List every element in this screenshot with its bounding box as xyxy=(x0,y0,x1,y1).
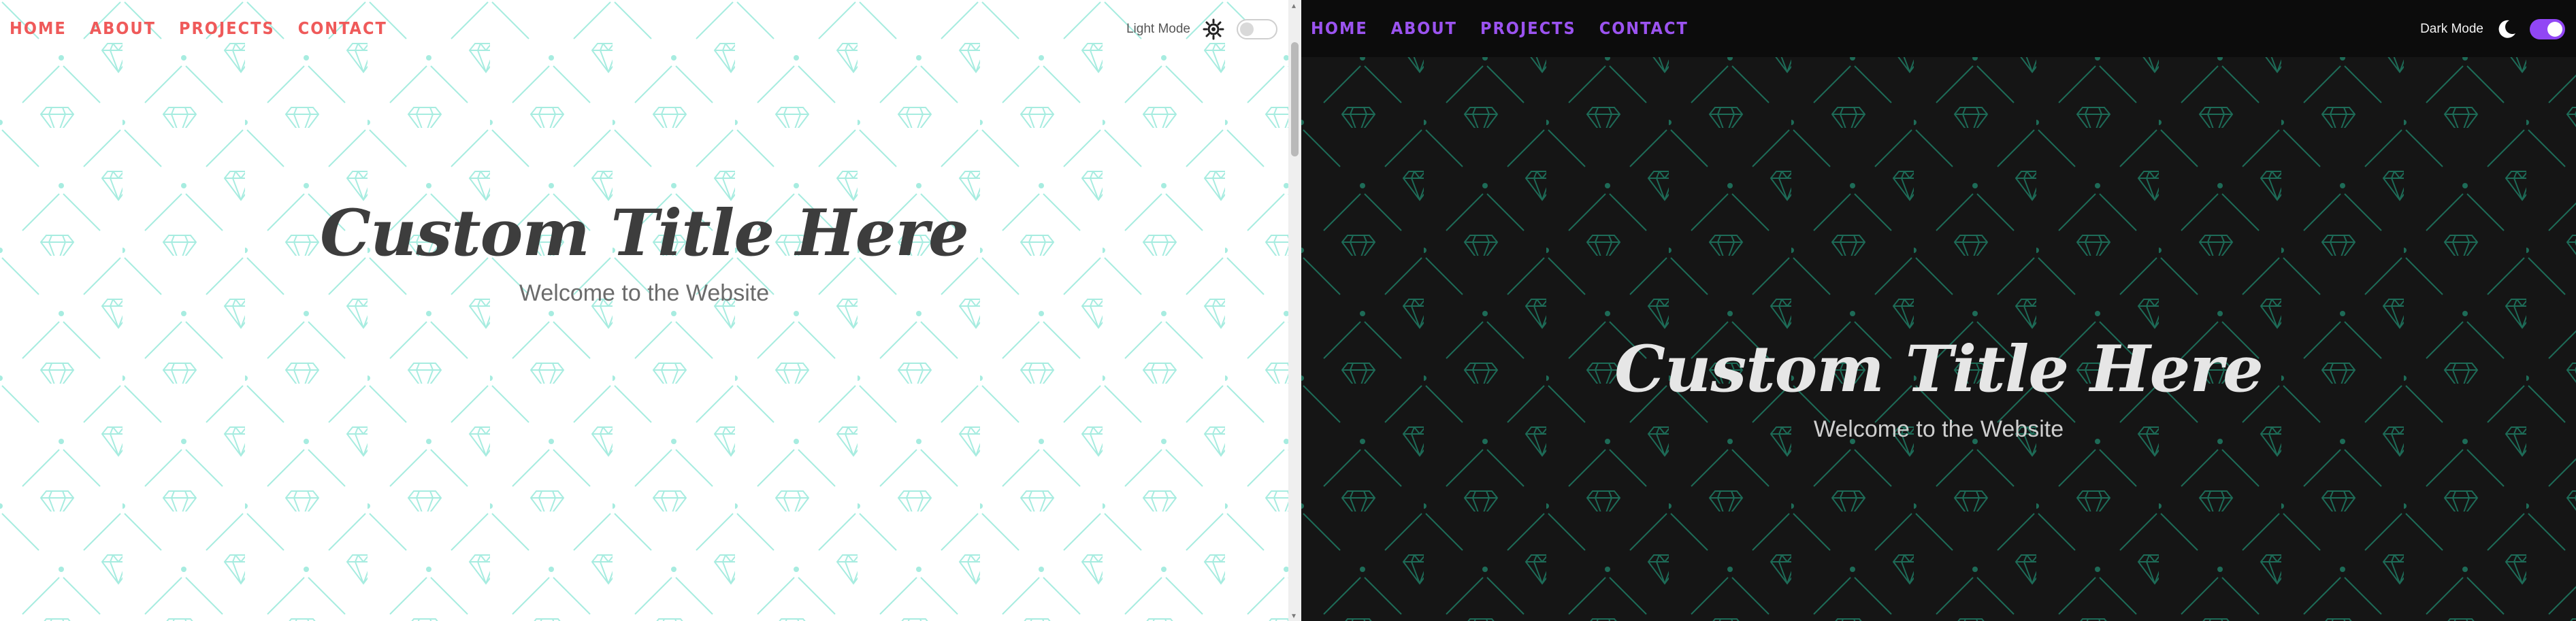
moon-icon xyxy=(2496,18,2517,40)
mode-label: Dark Mode xyxy=(2420,22,2483,36)
light-mode-preview: HOME ABOUT PROJECTS CONTACT Light Mode C… xyxy=(0,0,1288,621)
toggle-knob xyxy=(2547,22,2562,37)
nav-projects-link[interactable]: PROJECTS xyxy=(1480,18,1576,38)
nav-links: HOME ABOUT PROJECTS CONTACT xyxy=(1311,18,1689,38)
hero: Custom Title Here Welcome to the Website xyxy=(1301,336,2576,443)
nav-about-link[interactable]: ABOUT xyxy=(90,18,156,38)
nav-home-link[interactable]: HOME xyxy=(1311,18,1368,38)
scroll-up-arrow-icon[interactable]: ▴ xyxy=(1292,1,1296,10)
dark-mode-preview: HOME ABOUT PROJECTS CONTACT Dark Mode Cu… xyxy=(1301,0,2576,621)
scrollbar-thumb[interactable] xyxy=(1291,42,1299,156)
navbar: HOME ABOUT PROJECTS CONTACT Dark Mode xyxy=(1301,0,2576,57)
nav-home-link[interactable]: HOME xyxy=(10,18,67,38)
scroll-down-arrow-icon[interactable]: ▾ xyxy=(1292,611,1296,620)
theme-toggle-switch[interactable] xyxy=(1237,19,1277,39)
diamond-background-pattern xyxy=(1301,0,2576,621)
hero-subtitle: Welcome to the Website xyxy=(1813,416,2064,442)
nav-projects-link[interactable]: PROJECTS xyxy=(179,18,275,38)
nav-about-link[interactable]: ABOUT xyxy=(1391,18,1457,38)
theme-toggle-switch[interactable] xyxy=(2530,19,2565,39)
hero: Custom Title Here Welcome to the Website xyxy=(0,200,1288,307)
mode-label: Light Mode xyxy=(1126,22,1190,36)
nav-contact-link[interactable]: CONTACT xyxy=(1599,18,1689,38)
theme-switcher: Light Mode xyxy=(1126,18,1277,40)
nav-contact-link[interactable]: CONTACT xyxy=(298,18,387,38)
diamond-background-pattern xyxy=(0,0,1288,621)
sun-icon xyxy=(1203,18,1224,40)
theme-switcher: Dark Mode xyxy=(2420,18,2565,40)
hero-title: Custom Title Here xyxy=(320,196,969,271)
toggle-knob xyxy=(1240,22,1254,36)
hero-title: Custom Title Here xyxy=(1614,332,2264,407)
nav-links: HOME ABOUT PROJECTS CONTACT xyxy=(10,18,387,38)
navbar: HOME ABOUT PROJECTS CONTACT Light Mode xyxy=(0,0,1288,57)
vertical-scrollbar[interactable]: ▴ ▾ xyxy=(1288,0,1301,621)
hero-subtitle: Welcome to the Website xyxy=(519,280,770,306)
